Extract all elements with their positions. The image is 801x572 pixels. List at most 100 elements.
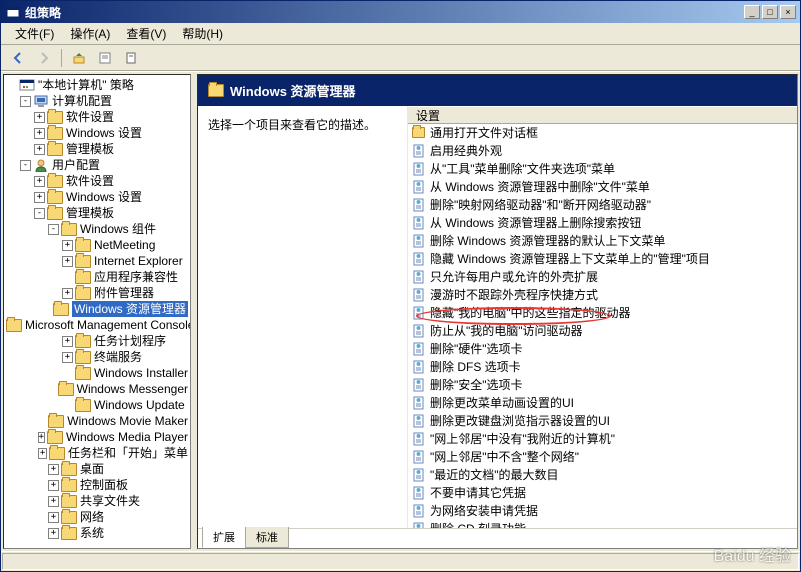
tree-item[interactable]: +任务栏和「开始」菜单 [6,445,188,461]
menubar: 文件(F) 操作(A) 查看(V) 帮助(H) [1,23,800,45]
expand-icon[interactable]: + [48,528,59,539]
tree-item[interactable]: -用户配置 [6,157,188,173]
list-item[interactable]: 删除更改菜单动画设置的UI [408,394,797,412]
tree-item[interactable]: + 控制面板 [6,477,188,493]
tree-item[interactable]: -Windows 组件 [6,221,188,237]
folder-icon [412,126,426,140]
expand-icon[interactable]: + [34,144,45,155]
tree-item[interactable]: +NetMeeting [6,237,188,253]
tree-item[interactable]: +系统 [6,525,188,541]
list-item[interactable]: 删除"硬件"选项卡 [408,340,797,358]
expand-icon[interactable]: + [34,176,45,187]
expand-icon[interactable]: + [62,240,73,251]
expand-icon[interactable]: + [38,448,47,459]
tree-item[interactable]: + 网络 [6,509,188,525]
list-item[interactable]: 从"工具"菜单删除"文件夹选项"菜单 [408,160,797,178]
list-column-header[interactable]: 设置 [408,106,797,124]
tab-extended[interactable]: 扩展 [202,527,246,548]
folder-icon [61,510,77,524]
menu-view[interactable]: 查看(V) [118,23,174,44]
list-item[interactable]: 删除更改键盘浏览指示器设置的UI [408,412,797,430]
list-item[interactable]: 从 Windows 资源管理器中删除"文件"菜单 [408,178,797,196]
close-button[interactable]: × [780,5,796,19]
expand-icon[interactable]: + [62,256,73,267]
expand-icon[interactable]: + [48,464,59,475]
tree-item[interactable]: +Internet Explorer [6,253,188,269]
policy-icon [412,306,426,320]
collapse-icon[interactable]: - [48,224,59,235]
policy-list[interactable]: 通用打开文件对话框启用经典外观从"工具"菜单删除"文件夹选项"菜单从 Windo… [408,124,797,528]
tree-item[interactable]: -管理模板 [6,205,188,221]
list-item[interactable]: 删除"映射网络驱动器"和"断开网络驱动器" [408,196,797,214]
list-item[interactable]: 删除 DFS 选项卡 [408,358,797,376]
list-item[interactable]: 为网络安装申请凭据 [408,502,797,520]
export-button[interactable] [120,47,142,69]
forward-button[interactable] [33,47,55,69]
menu-file[interactable]: 文件(F) [7,23,62,44]
list-item[interactable]: 防止从"我的电脑"访问驱动器 [408,322,797,340]
list-item[interactable]: 只允许每用户或允许的外壳扩展 [408,268,797,286]
list-item[interactable]: 删除 Windows 资源管理器的默认上下文菜单 [408,232,797,250]
back-button[interactable] [7,47,29,69]
list-item[interactable]: 从 Windows 资源管理器上删除搜索按钮 [408,214,797,232]
tree-item[interactable]: 应用程序兼容性 [6,269,188,285]
tree-item-label: 控制面板 [80,477,128,493]
tree-item[interactable]: +Windows Media Player [6,429,188,445]
tree-pane[interactable]: "本地计算机" 策略-计算机配置+软件设置+Windows 设置+管理模板-用户… [3,74,191,549]
list-item[interactable]: 删除 CD 刻录功能 [408,520,797,528]
tree-item[interactable]: Windows Installer [6,365,188,381]
list-item[interactable]: 漫游时不跟踪外壳程序快捷方式 [408,286,797,304]
expand-icon[interactable]: + [38,432,45,443]
tree-item[interactable]: +终端服务 [6,349,188,365]
expand-icon[interactable]: + [34,192,45,203]
expand-icon[interactable]: + [62,288,73,299]
tree-item[interactable]: +软件设置 [6,173,188,189]
expand-icon[interactable]: + [62,336,73,347]
list-item[interactable]: "网上邻居"中没有"我附近的计算机" [408,430,797,448]
tree-item[interactable]: +共享文件夹 [6,493,188,509]
expand-icon[interactable]: + [48,496,59,507]
list-item[interactable]: 不要申请其它凭据 [408,484,797,502]
tree-item[interactable]: Windows 资源管理器 [6,301,188,317]
collapse-icon[interactable]: - [20,160,31,171]
expand-icon[interactable]: + [62,352,73,363]
expand-icon[interactable]: + [48,480,59,491]
up-button[interactable] [68,47,90,69]
collapse-icon[interactable]: - [34,208,45,219]
expand-icon[interactable]: + [34,112,45,123]
tree-item[interactable]: Windows Update [6,397,188,413]
tree-item[interactable]: +软件设置 [6,109,188,125]
collapse-icon[interactable]: - [20,96,31,107]
tree-item[interactable]: +桌面 [6,461,188,477]
tree-item[interactable]: Microsoft Management Console [6,317,188,333]
list-item[interactable]: "最近的文档"的最大数目 [408,466,797,484]
list-item[interactable]: 隐藏"我的电脑"中的这些指定的驱动器 [408,304,797,322]
tree-item[interactable]: "本地计算机" 策略 [6,77,188,93]
list-item[interactable]: "网上邻居"中不含"整个网络" [408,448,797,466]
tab-standard[interactable]: 标准 [245,527,289,548]
folder-icon [53,302,69,316]
tree-item[interactable]: Windows Messenger [6,381,188,397]
properties-button[interactable] [94,47,116,69]
tree-item-label: 网络 [80,509,104,525]
tree-item[interactable]: Windows Movie Maker [6,413,188,429]
tree-item[interactable]: +管理模板 [6,141,188,157]
list-item-label: 通用打开文件对话框 [430,125,538,141]
expand-icon[interactable]: + [48,512,59,523]
tree-item[interactable]: +任务计划程序 [6,333,188,349]
tree-item[interactable]: +Windows 设置 [6,189,188,205]
expand-icon[interactable]: + [34,128,45,139]
description-pane: 选择一个项目来查看它的描述。 [198,106,408,528]
minimize-button[interactable]: _ [744,5,760,19]
menu-help[interactable]: 帮助(H) [174,23,231,44]
menu-action[interactable]: 操作(A) [62,23,118,44]
list-item[interactable]: 隐藏 Windows 资源管理器上下文菜单上的"管理"项目 [408,250,797,268]
tree-item[interactable]: -计算机配置 [6,93,188,109]
list-item[interactable]: 通用打开文件对话框 [408,124,797,142]
list-item[interactable]: 删除"安全"选项卡 [408,376,797,394]
tree-item[interactable]: +Windows 设置 [6,125,188,141]
tree-item[interactable]: +附件管理器 [6,285,188,301]
folder-icon [61,526,77,540]
maximize-button[interactable]: □ [762,5,778,19]
list-item[interactable]: 启用经典外观 [408,142,797,160]
